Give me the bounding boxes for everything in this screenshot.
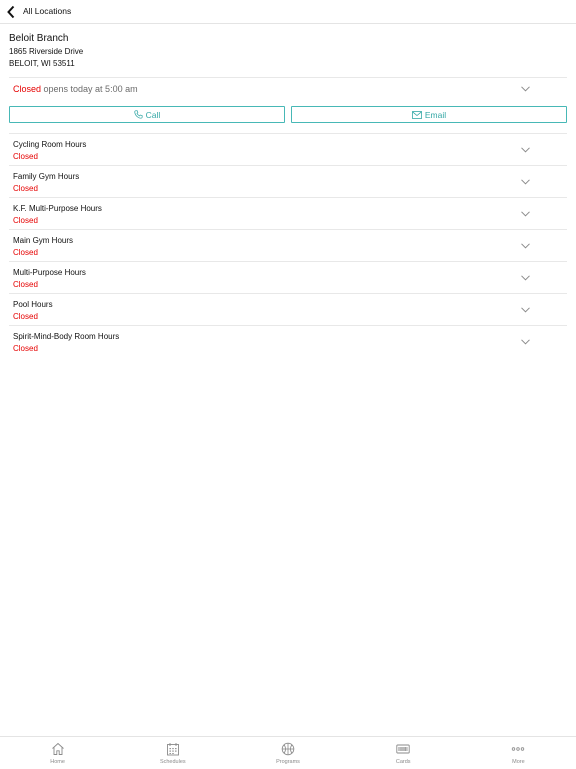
tab-label: More xyxy=(512,759,525,765)
address-line-2: BELOIT, WI 53511 xyxy=(9,58,75,68)
chevron-down-icon[interactable] xyxy=(521,307,530,313)
phone-icon xyxy=(134,110,143,119)
facility-name: Main Gym Hours xyxy=(13,236,74,245)
facility-name: K.F. Multi-Purpose Hours xyxy=(13,204,102,213)
chevron-down-icon[interactable] xyxy=(521,211,530,217)
tab-schedules[interactable]: Schedules xyxy=(115,737,230,769)
list-item[interactable]: Cycling Room Hours Closed xyxy=(9,133,567,165)
top-bar: All Locations xyxy=(0,0,576,24)
branch-name: Beloit Branch xyxy=(9,33,69,44)
branch-address: 1865 Riverside Drive BELOIT, WI 53511 xyxy=(9,46,83,69)
branch-status-row[interactable]: Closed opens today at 5:00 am xyxy=(9,77,567,100)
list-item[interactable]: Pool Hours Closed xyxy=(9,293,567,325)
home-icon xyxy=(51,742,64,755)
tab-cards[interactable]: Cards xyxy=(346,737,461,769)
tab-label: Schedules xyxy=(159,759,186,765)
facility-name: Spirit-Mind-Body Room Hours xyxy=(13,332,120,341)
branch-status-text: Closed opens today at 5:00 am xyxy=(13,84,138,94)
chevron-down-icon[interactable] xyxy=(521,86,530,92)
list-item[interactable]: K.F. Multi-Purpose Hours Closed xyxy=(9,197,567,229)
facility-name: Multi-Purpose Hours xyxy=(13,268,86,277)
back-link-label[interactable]: All Locations xyxy=(23,6,71,16)
call-button-label: Call xyxy=(145,109,161,120)
list-item[interactable]: Main Gym Hours Closed xyxy=(9,229,567,261)
bottom-tab-bar: Home Schedules Programs Cards More xyxy=(0,736,576,769)
list-item[interactable]: Spirit-Mind-Body Room Hours Closed xyxy=(9,325,567,357)
tab-programs[interactable]: Programs xyxy=(230,737,345,769)
branch-info: Beloit Branch 1865 Riverside Drive BELOI… xyxy=(9,33,83,69)
status-detail: opens today at 5:00 am xyxy=(41,84,138,94)
tab-more[interactable]: More xyxy=(461,737,576,769)
address-line-1: 1865 Riverside Drive xyxy=(9,47,84,56)
chevron-down-icon[interactable] xyxy=(521,275,530,281)
tab-label: Programs xyxy=(276,759,300,765)
back-chevron-icon[interactable] xyxy=(6,5,16,19)
list-item[interactable]: Multi-Purpose Hours Closed xyxy=(9,261,567,293)
facility-status: Closed xyxy=(13,184,38,193)
facility-name: Cycling Room Hours xyxy=(13,140,87,149)
list-item[interactable]: Family Gym Hours Closed xyxy=(9,165,567,197)
facility-status: Closed xyxy=(13,280,38,289)
email-button[interactable]: Email xyxy=(291,106,567,123)
chevron-down-icon[interactable] xyxy=(521,243,530,249)
facility-status: Closed xyxy=(13,248,38,257)
more-icon xyxy=(512,747,525,751)
facility-status: Closed xyxy=(13,344,38,353)
tab-label: Home xyxy=(50,759,65,765)
contact-actions: Call Email xyxy=(9,106,567,125)
facility-name: Pool Hours xyxy=(13,300,53,309)
tab-label: Cards xyxy=(395,759,411,765)
chevron-down-icon[interactable] xyxy=(521,339,530,345)
facility-hours-list: Cycling Room Hours Closed Family Gym Hou… xyxy=(9,133,567,357)
basketball-icon xyxy=(281,742,295,756)
card-icon xyxy=(396,744,410,754)
facility-status: Closed xyxy=(13,152,38,161)
email-button-label: Email xyxy=(424,109,447,120)
chevron-down-icon[interactable] xyxy=(521,147,530,153)
status-closed-label: Closed xyxy=(13,84,42,94)
call-button[interactable]: Call xyxy=(9,106,285,123)
facility-status: Closed xyxy=(13,312,38,321)
facility-status: Closed xyxy=(13,216,38,225)
calendar-icon xyxy=(166,743,179,756)
tab-home[interactable]: Home xyxy=(0,737,115,769)
facility-name: Family Gym Hours xyxy=(13,172,80,181)
chevron-down-icon[interactable] xyxy=(521,179,530,185)
envelope-icon xyxy=(411,110,422,119)
